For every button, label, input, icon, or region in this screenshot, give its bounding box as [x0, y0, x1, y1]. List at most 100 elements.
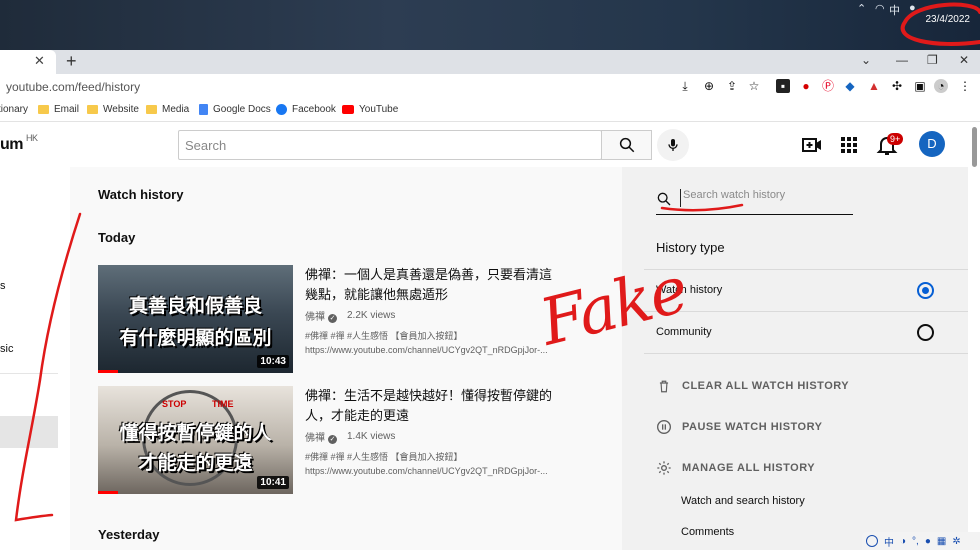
scrollbar-thumb[interactable]	[972, 127, 977, 167]
pause-history-button[interactable]: PAUSE WATCH HISTORY	[656, 419, 823, 435]
sidebar-item-label[interactable]: sic	[0, 343, 13, 355]
bookmark-item[interactable]: tionary	[0, 104, 28, 115]
watch-progress-bar	[98, 491, 118, 494]
tab-strip: ✕ + ⌄ — ❐ ✕	[0, 50, 980, 74]
ime-keyboard-icon[interactable]: ▦	[937, 536, 946, 547]
description-link[interactable]: https://www.youtube.com/channel/UCYgv2QT…	[305, 464, 565, 478]
radio-community[interactable]	[917, 324, 934, 341]
bookmark-media[interactable]: Media	[146, 104, 189, 115]
description-tags: #佛禪 #禪 #人生感悟 【會員加入按鈕】	[305, 452, 463, 462]
search-underline	[656, 214, 853, 215]
ime-toolbar[interactable]: 中 ◑ °, ● ▦ ✲	[862, 532, 980, 550]
video-meta: 佛禪 ✓ 2.2K views	[305, 308, 395, 323]
wifi-icon[interactable]: ◠	[875, 2, 885, 15]
divider	[644, 269, 968, 270]
zoom-icon[interactable]: ⊕	[702, 79, 716, 93]
video-title[interactable]: 佛禪：一個人是真善還是偽善，只要看清這幾點，就能讓他無處遁形	[305, 265, 555, 305]
ime-mic-icon[interactable]: ●	[925, 536, 931, 547]
voice-search-button[interactable]	[657, 129, 689, 161]
thumbnail-time-label: TIME	[212, 399, 234, 409]
share-icon[interactable]: ⇪	[725, 79, 739, 93]
page-title: Watch history	[98, 187, 184, 202]
create-video-icon[interactable]	[800, 133, 824, 157]
bookmark-star-icon[interactable]: ☆	[747, 79, 761, 93]
bookmark-youtube[interactable]: YouTube	[342, 104, 398, 115]
video-meta: 佛禪 ✓ 1.4K views	[305, 429, 395, 444]
extension-icon[interactable]: ●	[799, 79, 813, 93]
channel-name[interactable]: 佛禪 ✓	[305, 308, 337, 323]
account-avatar[interactable]: D	[919, 131, 945, 157]
ime-mode-icon[interactable]: ◑	[900, 536, 906, 547]
ime-logo-icon[interactable]	[866, 535, 878, 547]
pause-icon	[656, 419, 672, 435]
install-app-icon[interactable]: ⤓	[678, 79, 692, 93]
youtube-header: um HK Search 9+ D	[0, 123, 968, 167]
puzzle-icon[interactable]: ✣	[890, 79, 904, 93]
thumbnail-caption: 才能走的更遠	[138, 453, 253, 474]
bookmark-email[interactable]: Email	[38, 104, 79, 115]
search-input[interactable]: Search	[178, 130, 602, 160]
bookmark-google-docs[interactable]: Google Docs	[199, 104, 271, 115]
folder-icon	[146, 105, 157, 114]
description-link[interactable]: https://www.youtube.com/channel/UCYgv2QT…	[305, 343, 565, 357]
extension-icon[interactable]: ◆	[843, 79, 857, 93]
search-placeholder: Search	[185, 138, 227, 153]
extension-icon[interactable]: ▲	[867, 79, 881, 93]
close-window-icon[interactable]: ✕	[959, 53, 969, 67]
video-title[interactable]: 佛禪：生活不是越快越好！懂得按暫停鍵的人，才能走的更遠	[305, 386, 555, 426]
video-item[interactable]: 真善良和假善良 有什麼明顯的區別 10:43 佛禪：一個人是真善還是偽善，只要看…	[98, 265, 598, 375]
bookmark-website[interactable]: Website	[87, 104, 139, 115]
taskbar-clock[interactable]: 23/4/2022	[926, 14, 971, 25]
clear-history-button[interactable]: CLEAR ALL WATCH HISTORY	[656, 378, 849, 394]
video-item[interactable]: STOP TIME 懂得按暫停鍵的人 才能走的更遠 10:41 佛禪：生活不是越…	[98, 386, 598, 496]
clock-date: 23/4/2022	[925, 14, 971, 25]
search-history-input[interactable]: Search watch history	[680, 189, 852, 207]
ime-punctuation-icon[interactable]: °,	[912, 536, 919, 547]
comments-link[interactable]: Comments	[681, 526, 734, 538]
sidebar-item-history[interactable]	[0, 416, 58, 448]
youtube-logo[interactable]: um HK	[0, 133, 38, 154]
radio-watch-history[interactable]	[917, 282, 934, 299]
video-duration: 10:41	[257, 476, 289, 489]
thumbnail-caption: 懂得按暫停鍵的人	[119, 423, 272, 444]
apps-grid-icon[interactable]	[837, 133, 861, 157]
folder-icon	[87, 105, 98, 114]
ime-language[interactable]: 中	[884, 534, 894, 549]
google-docs-icon	[199, 104, 208, 115]
channel-name[interactable]: 佛禪 ✓	[305, 429, 337, 444]
bookmark-facebook[interactable]: Facebook	[276, 104, 336, 115]
folder-icon	[38, 105, 49, 114]
app-tray-icon[interactable]: ●	[909, 2, 916, 14]
new-tab-button[interactable]: +	[66, 51, 77, 72]
active-tab[interactable]: ✕	[0, 50, 56, 74]
history-main: Watch history Today 真善良和假善良 有什麼明顯的區別 10:…	[70, 167, 622, 550]
video-thumbnail[interactable]: 真善良和假善良 有什麼明顯的區別 10:43	[98, 265, 293, 373]
sidebar-toggle-icon[interactable]: ▣	[913, 79, 927, 93]
tab-search-icon[interactable]: ⌄	[861, 53, 871, 67]
page-scrollbar[interactable]	[968, 123, 980, 550]
youtube-icon	[342, 105, 354, 114]
video-thumbnail[interactable]: STOP TIME 懂得按暫停鍵的人 才能走的更遠 10:41	[98, 386, 293, 494]
video-description: #佛禪 #禪 #人生感悟 【會員加入按鈕】 https://www.youtub…	[305, 329, 565, 357]
watch-and-search-history-link[interactable]: Watch and search history	[681, 495, 805, 507]
sidebar-item-label[interactable]: s	[0, 280, 6, 292]
ime-settings-icon[interactable]: ✲	[952, 536, 960, 547]
description-tags: #佛禪 #禪 #人生感悟 【會員加入按鈕】	[305, 331, 463, 341]
url-field[interactable]: youtube.com/feed/history	[6, 80, 140, 94]
extension-icon[interactable]: ▪	[776, 79, 790, 93]
restore-icon[interactable]: ❐	[927, 53, 938, 67]
history-type-heading: History type	[656, 240, 725, 255]
profile-avatar-icon[interactable]: ◔	[934, 79, 948, 93]
verified-icon: ✓	[328, 314, 337, 323]
more-menu-icon[interactable]: ⋮	[958, 79, 972, 93]
close-tab-icon[interactable]: ✕	[34, 53, 45, 69]
ime-indicator[interactable]: 中	[889, 2, 900, 18]
sidebar-divider	[0, 373, 58, 374]
bookmarks-bar: tionary Email Website Media Google Docs …	[0, 100, 980, 122]
chevron-up-icon[interactable]: ⌃	[857, 2, 866, 15]
section-heading-yesterday: Yesterday	[98, 527, 160, 542]
minimize-icon[interactable]: —	[896, 53, 908, 67]
pinterest-icon[interactable]: Ⓟ	[821, 79, 835, 93]
manage-history-button[interactable]: MANAGE ALL HISTORY	[656, 460, 815, 476]
search-button[interactable]	[601, 130, 652, 160]
